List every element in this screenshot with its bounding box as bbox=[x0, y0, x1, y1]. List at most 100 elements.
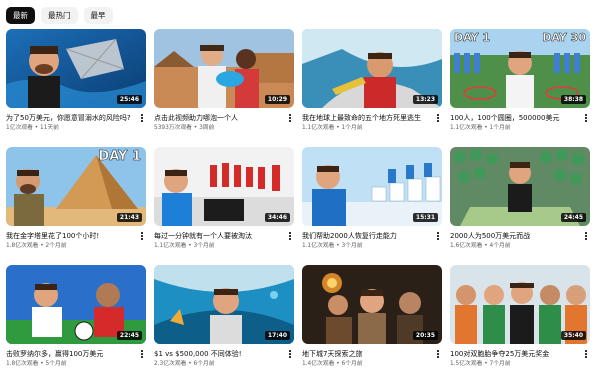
video-thumbnail[interactable]: 17:40 bbox=[154, 265, 294, 344]
more-options-icon[interactable] bbox=[434, 230, 442, 242]
video-stats: 1.8亿次观看 • 2个月前 bbox=[6, 242, 136, 251]
video-card[interactable]: 10:29 点击此视频助力哪泡一个人 5393万次观看 • 3周前 bbox=[154, 29, 294, 147]
video-thumbnail[interactable]: 24:45 bbox=[450, 147, 590, 226]
video-stats: 1.5亿次观看 • 7个月前 bbox=[450, 360, 580, 369]
video-duration: 22:45 bbox=[116, 331, 142, 340]
video-card[interactable]: 34:46 每过一分钟就有一个人要被淘汰 1.1亿次观看 • 3个月前 bbox=[154, 147, 294, 265]
video-thumbnail[interactable]: 25:46 bbox=[6, 29, 146, 108]
view-count: 1.8亿次观看 bbox=[6, 361, 39, 367]
upload-age: 4个月前 bbox=[489, 243, 511, 249]
view-count: 1.1亿次观看 bbox=[302, 243, 335, 249]
view-count: 1.5亿次观看 bbox=[450, 361, 483, 367]
more-options-icon[interactable] bbox=[286, 230, 294, 242]
video-title[interactable]: 我们帮助2000人恢复行走能力 bbox=[302, 231, 432, 241]
video-card[interactable]: 22:45 击败罗纳尔多，赢得100万美元 1.8亿次观看 • 5个月前 bbox=[6, 265, 146, 379]
upload-age: 2个月前 bbox=[45, 243, 67, 249]
video-stats: 2.3亿次观看 • 6个月前 bbox=[154, 360, 284, 369]
video-stats: 1.1亿次观看 • 1个月前 bbox=[450, 124, 580, 133]
upload-age: 3周前 bbox=[199, 125, 215, 131]
upload-age: 3个月前 bbox=[341, 243, 363, 249]
more-options-icon[interactable] bbox=[286, 112, 294, 124]
more-options-icon[interactable] bbox=[286, 348, 294, 360]
more-options-icon[interactable] bbox=[582, 230, 590, 242]
video-thumbnail[interactable]: 21:43 DAY 1 bbox=[6, 147, 146, 226]
video-stats: 1.4亿次观看 • 6个月前 bbox=[302, 360, 432, 369]
video-title[interactable]: $1 vs $500,000 不同体验! bbox=[154, 349, 284, 359]
thumbnail-caption: DAY 1 bbox=[454, 31, 491, 45]
upload-age: 6个月前 bbox=[193, 361, 215, 367]
view-count: 1.8亿次观看 bbox=[6, 243, 39, 249]
video-title[interactable]: 点击此视频助力哪泡一个人 bbox=[154, 113, 284, 123]
video-duration: 38:38 bbox=[560, 95, 586, 104]
more-options-icon[interactable] bbox=[434, 348, 442, 360]
video-thumbnail[interactable]: 13:23 bbox=[302, 29, 442, 108]
video-thumbnail[interactable]: 22:45 bbox=[6, 265, 146, 344]
view-count: 5393万次观看 bbox=[154, 125, 192, 131]
view-count: 1.1亿次观看 bbox=[450, 125, 483, 131]
upload-age: 3个月前 bbox=[193, 243, 215, 249]
video-title[interactable]: 100对双胞胎争夺25万美元奖金 bbox=[450, 349, 580, 359]
upload-age: 1个月前 bbox=[341, 125, 363, 131]
video-stats: 1亿次观看 • 11天前 bbox=[6, 124, 136, 133]
video-card[interactable]: 20:35 地下城7天探索之旅 1.4亿次观看 • 6个月前 bbox=[302, 265, 442, 379]
filter-chips: 最新 最热门 最早 bbox=[6, 7, 113, 24]
video-thumbnail[interactable]: 15:31 bbox=[302, 147, 442, 226]
video-thumbnail[interactable]: 34:46 bbox=[154, 147, 294, 226]
video-thumbnail[interactable]: 35:40 bbox=[450, 265, 590, 344]
video-duration: 25:46 bbox=[116, 95, 142, 104]
video-card[interactable]: 24:45 2000人为500万美元而战 1.6亿次观看 • 4个月前 bbox=[450, 147, 590, 265]
video-stats: 1.8亿次观看 • 5个月前 bbox=[6, 360, 136, 369]
view-count: 2.3亿次观看 bbox=[154, 361, 187, 367]
more-options-icon[interactable] bbox=[582, 112, 590, 124]
video-thumbnail[interactable]: 38:38 DAY 1 DAY 30 bbox=[450, 29, 590, 108]
video-title[interactable]: 我在地球上最致命的五个地方死里逃生 bbox=[302, 113, 432, 123]
video-thumbnail[interactable]: 10:29 bbox=[154, 29, 294, 108]
upload-age: 11天前 bbox=[40, 125, 59, 131]
upload-age: 7个月前 bbox=[489, 361, 511, 367]
video-grid: 25:46 为了50万美元，你愿意冒溺水的风险吗? 1亿次观看 • 11天前 1… bbox=[6, 29, 596, 379]
upload-age: 5个月前 bbox=[45, 361, 67, 367]
more-options-icon[interactable] bbox=[138, 112, 146, 124]
filter-chip-popular[interactable]: 最热门 bbox=[41, 7, 78, 24]
video-thumbnail[interactable]: 20:35 bbox=[302, 265, 442, 344]
view-count: 1亿次观看 bbox=[6, 125, 33, 131]
video-card[interactable]: 38:38 DAY 1 DAY 30 100人，100个圆圈，500000美元 … bbox=[450, 29, 590, 147]
meta-separator: • bbox=[186, 243, 194, 249]
more-options-icon[interactable] bbox=[138, 230, 146, 242]
filter-chip-latest[interactable]: 最新 bbox=[6, 7, 35, 24]
video-duration: 13:23 bbox=[412, 95, 438, 104]
video-card[interactable]: 25:46 为了50万美元，你愿意冒溺水的风险吗? 1亿次观看 • 11天前 bbox=[6, 29, 146, 147]
video-title[interactable]: 2000人为500万美元而战 bbox=[450, 231, 580, 241]
video-title[interactable]: 为了50万美元，你愿意冒溺水的风险吗? bbox=[6, 113, 136, 123]
video-title[interactable]: 100人，100个圆圈，500000美元 bbox=[450, 113, 580, 123]
video-duration: 10:29 bbox=[264, 95, 290, 104]
meta-separator: • bbox=[482, 243, 490, 249]
video-card[interactable]: 35:40 100对双胞胎争夺25万美元奖金 1.5亿次观看 • 7个月前 bbox=[450, 265, 590, 379]
meta-separator: • bbox=[482, 125, 490, 131]
thumbnail-caption: DAY 1 bbox=[98, 149, 141, 165]
meta-separator: • bbox=[38, 243, 46, 249]
meta-separator: • bbox=[32, 125, 40, 131]
more-options-icon[interactable] bbox=[434, 112, 442, 124]
video-title[interactable]: 地下城7天探索之旅 bbox=[302, 349, 432, 359]
video-card[interactable]: 21:43 DAY 1 我在金字塔里花了100个小时! 1.8亿次观看 • 2个… bbox=[6, 147, 146, 265]
video-duration: 15:31 bbox=[412, 213, 438, 222]
filter-chip-oldest[interactable]: 最早 bbox=[83, 7, 113, 24]
meta-separator: • bbox=[482, 361, 490, 367]
video-duration: 24:45 bbox=[560, 213, 586, 222]
video-stats: 1.1亿次观看 • 3个月前 bbox=[302, 242, 432, 251]
video-title[interactable]: 每过一分钟就有一个人要被淘汰 bbox=[154, 231, 284, 241]
video-card[interactable]: 13:23 我在地球上最致命的五个地方死里逃生 1.1亿次观看 • 1个月前 bbox=[302, 29, 442, 147]
view-count: 1.1亿次观看 bbox=[302, 125, 335, 131]
video-duration: 34:46 bbox=[264, 213, 290, 222]
more-options-icon[interactable] bbox=[138, 348, 146, 360]
video-title[interactable]: 击败罗纳尔多，赢得100万美元 bbox=[6, 349, 136, 359]
video-stats: 1.6亿次观看 • 4个月前 bbox=[450, 242, 580, 251]
more-options-icon[interactable] bbox=[582, 348, 590, 360]
video-card[interactable]: 17:40 $1 vs $500,000 不同体验! 2.3亿次观看 • 6个月… bbox=[154, 265, 294, 379]
video-duration: 20:35 bbox=[412, 331, 438, 340]
meta-separator: • bbox=[334, 125, 342, 131]
video-card[interactable]: 15:31 我们帮助2000人恢复行走能力 1.1亿次观看 • 3个月前 bbox=[302, 147, 442, 265]
view-count: 1.1亿次观看 bbox=[154, 243, 187, 249]
video-title[interactable]: 我在金字塔里花了100个小时! bbox=[6, 231, 136, 241]
